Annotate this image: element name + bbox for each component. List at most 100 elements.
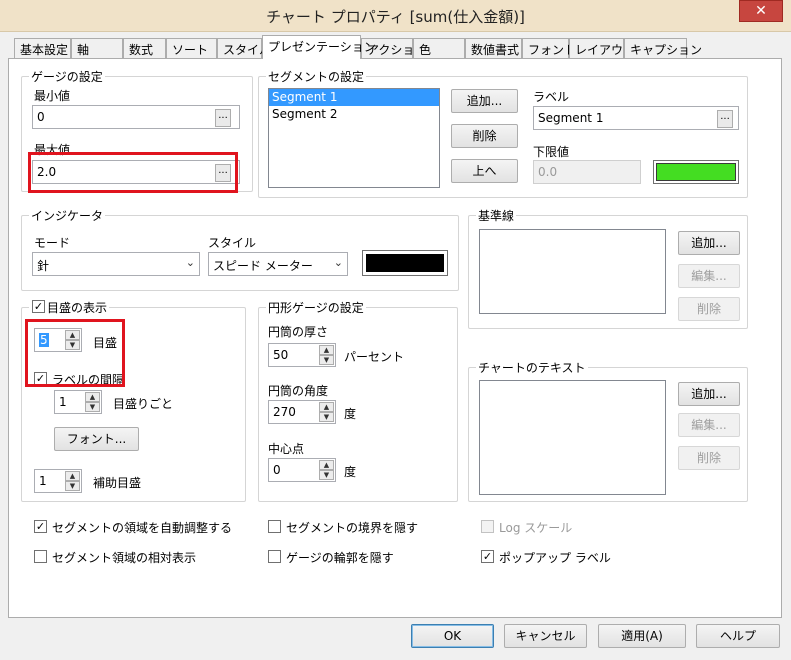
center-point-spinner[interactable]: 0 ▲ ▼ bbox=[268, 458, 336, 482]
spin-up-icon[interactable]: ▲ bbox=[319, 402, 334, 412]
ticks-label: 目盛 bbox=[93, 336, 118, 350]
segment-up-button[interactable]: 上へ bbox=[451, 159, 518, 183]
hide-gauge-outline-label: ゲージの輪郭を隠す bbox=[286, 551, 394, 565]
center-point-unit: 度 bbox=[344, 465, 357, 479]
relative-segments-label: セグメント領域の相対表示 bbox=[52, 551, 197, 565]
cylinder-angle-unit: 度 bbox=[344, 407, 357, 421]
segment-delete-button[interactable]: 削除 bbox=[451, 124, 518, 148]
minor-ticks-spinner[interactable]: 1 ▲ ▼ bbox=[34, 469, 82, 493]
circular-gauge-legend: 円形ゲージの設定 bbox=[266, 299, 366, 316]
spin-down-icon[interactable]: ▼ bbox=[65, 481, 80, 491]
autofit-segments-label: セグメントの領域を自動調整する bbox=[52, 521, 233, 535]
cylinder-angle-label: 円筒の角度 bbox=[268, 384, 329, 398]
chevron-down-icon: ⌄ bbox=[333, 256, 343, 269]
tab-colors[interactable]: 色 bbox=[413, 38, 465, 58]
min-value-field[interactable]: 0 bbox=[32, 105, 240, 129]
ticks-value: 5 bbox=[39, 333, 49, 347]
log-scale-checkbox bbox=[481, 520, 494, 533]
chart-text-legend: チャートのテキスト bbox=[476, 359, 588, 376]
baseline-add-button[interactable]: 追加... bbox=[678, 231, 740, 255]
chart-text-delete-button: 削除 bbox=[678, 446, 740, 470]
label-interval-spinner[interactable]: 1 ▲ ▼ bbox=[54, 390, 102, 414]
center-point-label: 中心点 bbox=[268, 442, 305, 456]
close-button[interactable]: ✕ bbox=[739, 0, 783, 22]
tab-expressions[interactable]: 数式 bbox=[123, 38, 166, 58]
tab-font[interactable]: フォント bbox=[522, 38, 576, 58]
tab-presentation[interactable]: プレゼンテーション bbox=[262, 35, 376, 59]
minor-ticks-value: 1 bbox=[39, 474, 47, 488]
window-title: チャート プロパティ [sum(仕入金額)] bbox=[266, 8, 525, 26]
gauge-settings-legend: ゲージの設定 bbox=[29, 68, 105, 85]
ticks-spinner[interactable]: 5 ▲ ▼ bbox=[34, 328, 82, 352]
segment-label-caption: ラベル bbox=[533, 90, 570, 104]
ok-button[interactable]: OK bbox=[411, 624, 494, 648]
list-item[interactable]: Segment 2 bbox=[269, 106, 439, 123]
hide-segment-border-checkbox[interactable] bbox=[268, 520, 281, 533]
minor-ticks-label: 補助目盛 bbox=[93, 476, 142, 490]
label-interval-checkbox[interactable]: ✓ bbox=[34, 372, 47, 385]
min-value-browse-button[interactable]: ... bbox=[215, 109, 231, 127]
cylinder-angle-value: 270 bbox=[273, 405, 296, 419]
segment-list[interactable]: Segment 1 Segment 2 bbox=[268, 88, 440, 188]
tab-axis[interactable]: 軸 bbox=[71, 38, 123, 58]
show-scale-checkbox[interactable]: ✓ bbox=[32, 300, 45, 313]
baseline-edit-button: 編集... bbox=[678, 264, 740, 288]
spin-up-icon[interactable]: ▲ bbox=[319, 460, 334, 470]
indicator-legend: インジケータ bbox=[29, 207, 106, 224]
log-scale-label: Log スケール bbox=[499, 521, 573, 535]
tab-sort[interactable]: ソート bbox=[166, 38, 217, 58]
autofit-segments-checkbox[interactable]: ✓ bbox=[34, 520, 47, 533]
label-interval-value: 1 bbox=[59, 395, 67, 409]
tab-style[interactable]: スタイル bbox=[217, 38, 271, 58]
title-bar: チャート プロパティ [sum(仕入金額)] ✕ bbox=[0, 0, 791, 32]
segment-settings-legend: セグメントの設定 bbox=[266, 68, 367, 85]
spin-up-icon[interactable]: ▲ bbox=[85, 392, 100, 402]
popup-label-checkbox[interactable]: ✓ bbox=[481, 550, 494, 563]
baseline-legend: 基準線 bbox=[476, 207, 517, 224]
spin-down-icon[interactable]: ▼ bbox=[319, 412, 334, 422]
max-value-browse-button[interactable]: ... bbox=[215, 164, 231, 182]
chart-text-add-button[interactable]: 追加... bbox=[678, 382, 740, 406]
style-dropdown-value: スピード メーター bbox=[213, 259, 313, 273]
mode-label: モード bbox=[34, 236, 71, 250]
mode-dropdown[interactable]: 針 ⌄ bbox=[32, 252, 200, 276]
segment-color-button[interactable] bbox=[653, 160, 739, 184]
spin-down-icon[interactable]: ▼ bbox=[319, 470, 334, 480]
relative-segments-checkbox[interactable] bbox=[34, 550, 47, 563]
style-dropdown[interactable]: スピード メーター ⌄ bbox=[208, 252, 348, 276]
center-point-value: 0 bbox=[273, 463, 281, 477]
popup-label-label: ポップアップ ラベル bbox=[499, 551, 611, 565]
list-item[interactable]: Segment 1 bbox=[269, 89, 439, 106]
segment-color-swatch bbox=[656, 163, 736, 181]
style-label: スタイル bbox=[208, 236, 257, 250]
spin-down-icon[interactable]: ▼ bbox=[65, 340, 80, 350]
tab-basic[interactable]: 基本設定 bbox=[14, 38, 71, 58]
spin-down-icon[interactable]: ▼ bbox=[85, 402, 100, 412]
scale-font-button[interactable]: フォント... bbox=[54, 427, 139, 451]
chart-text-edit-button: 編集... bbox=[678, 413, 740, 437]
baseline-list[interactable] bbox=[479, 229, 666, 314]
help-button[interactable]: ヘルプ bbox=[696, 624, 780, 648]
indicator-color-button[interactable] bbox=[362, 250, 448, 276]
segment-label-browse-button[interactable]: ... bbox=[717, 110, 733, 128]
hide-segment-border-label: セグメントの境界を隠す bbox=[286, 521, 419, 535]
segment-label-field[interactable]: Segment 1 bbox=[533, 106, 739, 130]
chart-text-list[interactable] bbox=[479, 380, 666, 495]
tab-caption[interactable]: キャプション bbox=[624, 38, 702, 58]
baseline-delete-button: 削除 bbox=[678, 297, 740, 321]
hide-gauge-outline-checkbox[interactable] bbox=[268, 550, 281, 563]
segment-add-button[interactable]: 追加... bbox=[451, 89, 518, 113]
spin-up-icon[interactable]: ▲ bbox=[65, 471, 80, 481]
cylinder-angle-spinner[interactable]: 270 ▲ ▼ bbox=[268, 400, 336, 424]
max-value-field[interactable]: 2.0 bbox=[32, 160, 240, 184]
tab-layout[interactable]: レイアウト bbox=[569, 38, 635, 58]
spin-up-icon[interactable]: ▲ bbox=[65, 330, 80, 340]
cancel-button[interactable]: キャンセル bbox=[504, 624, 587, 648]
spin-up-icon[interactable]: ▲ bbox=[319, 345, 334, 355]
presentation-panel: ゲージの設定 最小値 0 ... 最大値 2.0 ... セグメントの設定 Se… bbox=[8, 58, 782, 618]
chevron-down-icon: ⌄ bbox=[185, 256, 195, 269]
apply-button[interactable]: 適用(A) bbox=[598, 624, 686, 648]
cylinder-thickness-spinner[interactable]: 50 ▲ ▼ bbox=[268, 343, 336, 367]
spin-down-icon[interactable]: ▼ bbox=[319, 355, 334, 365]
tab-number[interactable]: 数値書式 bbox=[465, 38, 522, 58]
